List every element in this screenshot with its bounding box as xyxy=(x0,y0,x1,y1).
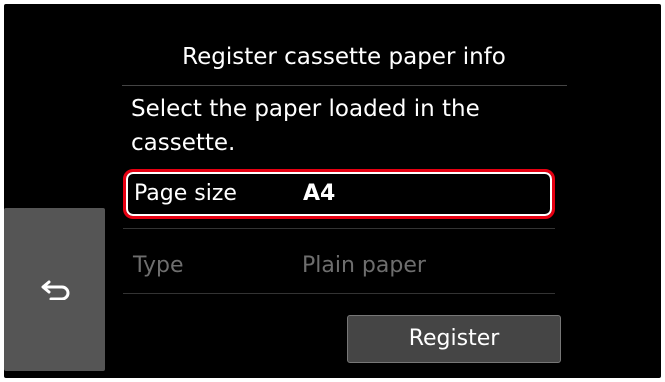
return-arrow-icon xyxy=(41,280,70,300)
setting-divider xyxy=(123,228,555,229)
page-size-setting[interactable]: Page size A4 xyxy=(123,169,555,219)
title-divider xyxy=(122,85,567,86)
back-button[interactable] xyxy=(4,208,105,371)
page-size-label: Page size xyxy=(134,181,237,206)
setting-divider xyxy=(123,293,555,294)
type-setting: Type Plain paper xyxy=(123,241,555,291)
instruction-text: Select the paper loaded in the cassette. xyxy=(131,96,480,156)
register-button[interactable]: Register xyxy=(347,315,561,363)
type-value: Plain paper xyxy=(302,253,426,278)
type-label: Type xyxy=(133,253,184,278)
page-size-value: A4 xyxy=(303,181,336,206)
page-title: Register cassette paper info xyxy=(182,44,506,70)
